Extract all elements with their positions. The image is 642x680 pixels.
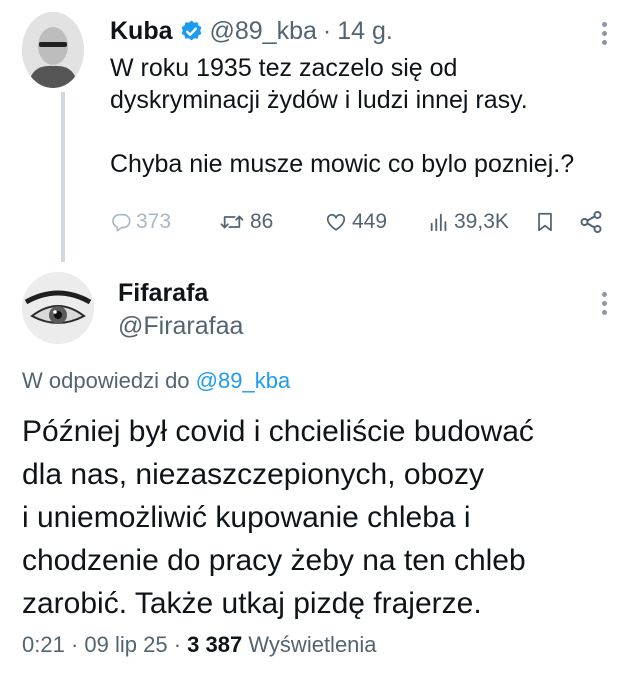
- tweet-time[interactable]: 14 g.: [337, 17, 393, 46]
- author-name[interactable]: Kuba: [110, 17, 173, 46]
- views-label: Wyświetlenia: [248, 632, 377, 657]
- more-options-icon[interactable]: [600, 22, 608, 48]
- reply-tweet-text: Później był covid i chcieliście budować …: [22, 410, 622, 625]
- separator-dot: ·: [173, 632, 182, 657]
- verified-badge-icon: [181, 20, 201, 40]
- tweet-text-line: dyskryminacji żydów i ludzi innej rasy.: [110, 86, 528, 114]
- views-button[interactable]: 39,3K: [428, 204, 509, 240]
- retweet-count: 86: [250, 210, 274, 233]
- parent-tweet-text: W roku 1935 tez zaczelo się od dyskrymin…: [110, 52, 610, 180]
- parent-tweet[interactable]: Kuba @89_kba · 14 g. W roku 1935 tez zac…: [0, 0, 642, 262]
- share-icon: [580, 210, 602, 234]
- tweet-text-line: W roku 1935 tez zaczelo się od: [110, 54, 458, 82]
- tweet-text-line: i uniemożliwić kupowanie chleba i: [22, 501, 471, 534]
- like-button[interactable]: 449: [324, 204, 387, 240]
- tweet-date[interactable]: 09 lip 25: [84, 632, 167, 657]
- reply-mention-link[interactable]: @89_kba: [196, 368, 291, 393]
- views-count: 3 387: [187, 632, 243, 657]
- share-button[interactable]: [578, 204, 604, 240]
- reply-context: W odpowiedzi do @89_kba: [22, 368, 290, 394]
- bookmark-icon: [538, 212, 552, 232]
- tweet-text-line: chodzenie do pracy żeby na ten chleb: [22, 544, 526, 577]
- reply-icon: [112, 213, 131, 232]
- parent-tweet-header: Kuba @89_kba · 14 g.: [110, 14, 393, 48]
- avatar-image: [22, 272, 94, 344]
- kuba-avatar[interactable]: [22, 12, 84, 88]
- reply-author-name[interactable]: Fifarafa: [118, 279, 208, 308]
- bookmark-button[interactable]: [534, 204, 556, 240]
- author-handle[interactable]: @89_kba: [210, 17, 317, 46]
- separator-dot: ·: [322, 16, 332, 45]
- tweet-text-line: zarobić. Także utkaj pizdę frajerze.: [22, 587, 482, 620]
- like-icon: [326, 213, 346, 231]
- avatar-image: [22, 12, 84, 88]
- tweet-text-line: dla nas, niezaszczepionych, obozy: [22, 458, 484, 491]
- reply-prefix: W odpowiedzi do: [22, 368, 190, 393]
- tweet-metadata: 0:21 · 09 lip 25 · 3 387 Wyświetlenia: [22, 632, 377, 658]
- like-count: 449: [352, 210, 388, 233]
- reply-count: 373: [136, 210, 172, 233]
- tweet-text-line: Później był covid i chcieliście budować: [22, 415, 534, 448]
- fifarafa-avatar[interactable]: [22, 272, 94, 344]
- views-count: 39,3K: [454, 210, 509, 233]
- tweet-text-line: Chyba nie musze mowic co bylo pozniej.?: [110, 150, 575, 178]
- thread-line: [61, 92, 65, 262]
- separator-dot: ·: [70, 632, 79, 657]
- retweet-button[interactable]: 86: [218, 204, 273, 240]
- reply-button[interactable]: 373: [110, 204, 171, 240]
- more-options-icon[interactable]: [600, 292, 608, 318]
- tweet-actions-bar: 373 86 449 39,3K: [110, 204, 610, 240]
- views-icon: [430, 213, 447, 232]
- retweet-icon: [220, 215, 244, 229]
- tweet-time[interactable]: 0:21: [22, 632, 65, 657]
- reply-author-handle[interactable]: @Firarafaa: [118, 312, 243, 341]
